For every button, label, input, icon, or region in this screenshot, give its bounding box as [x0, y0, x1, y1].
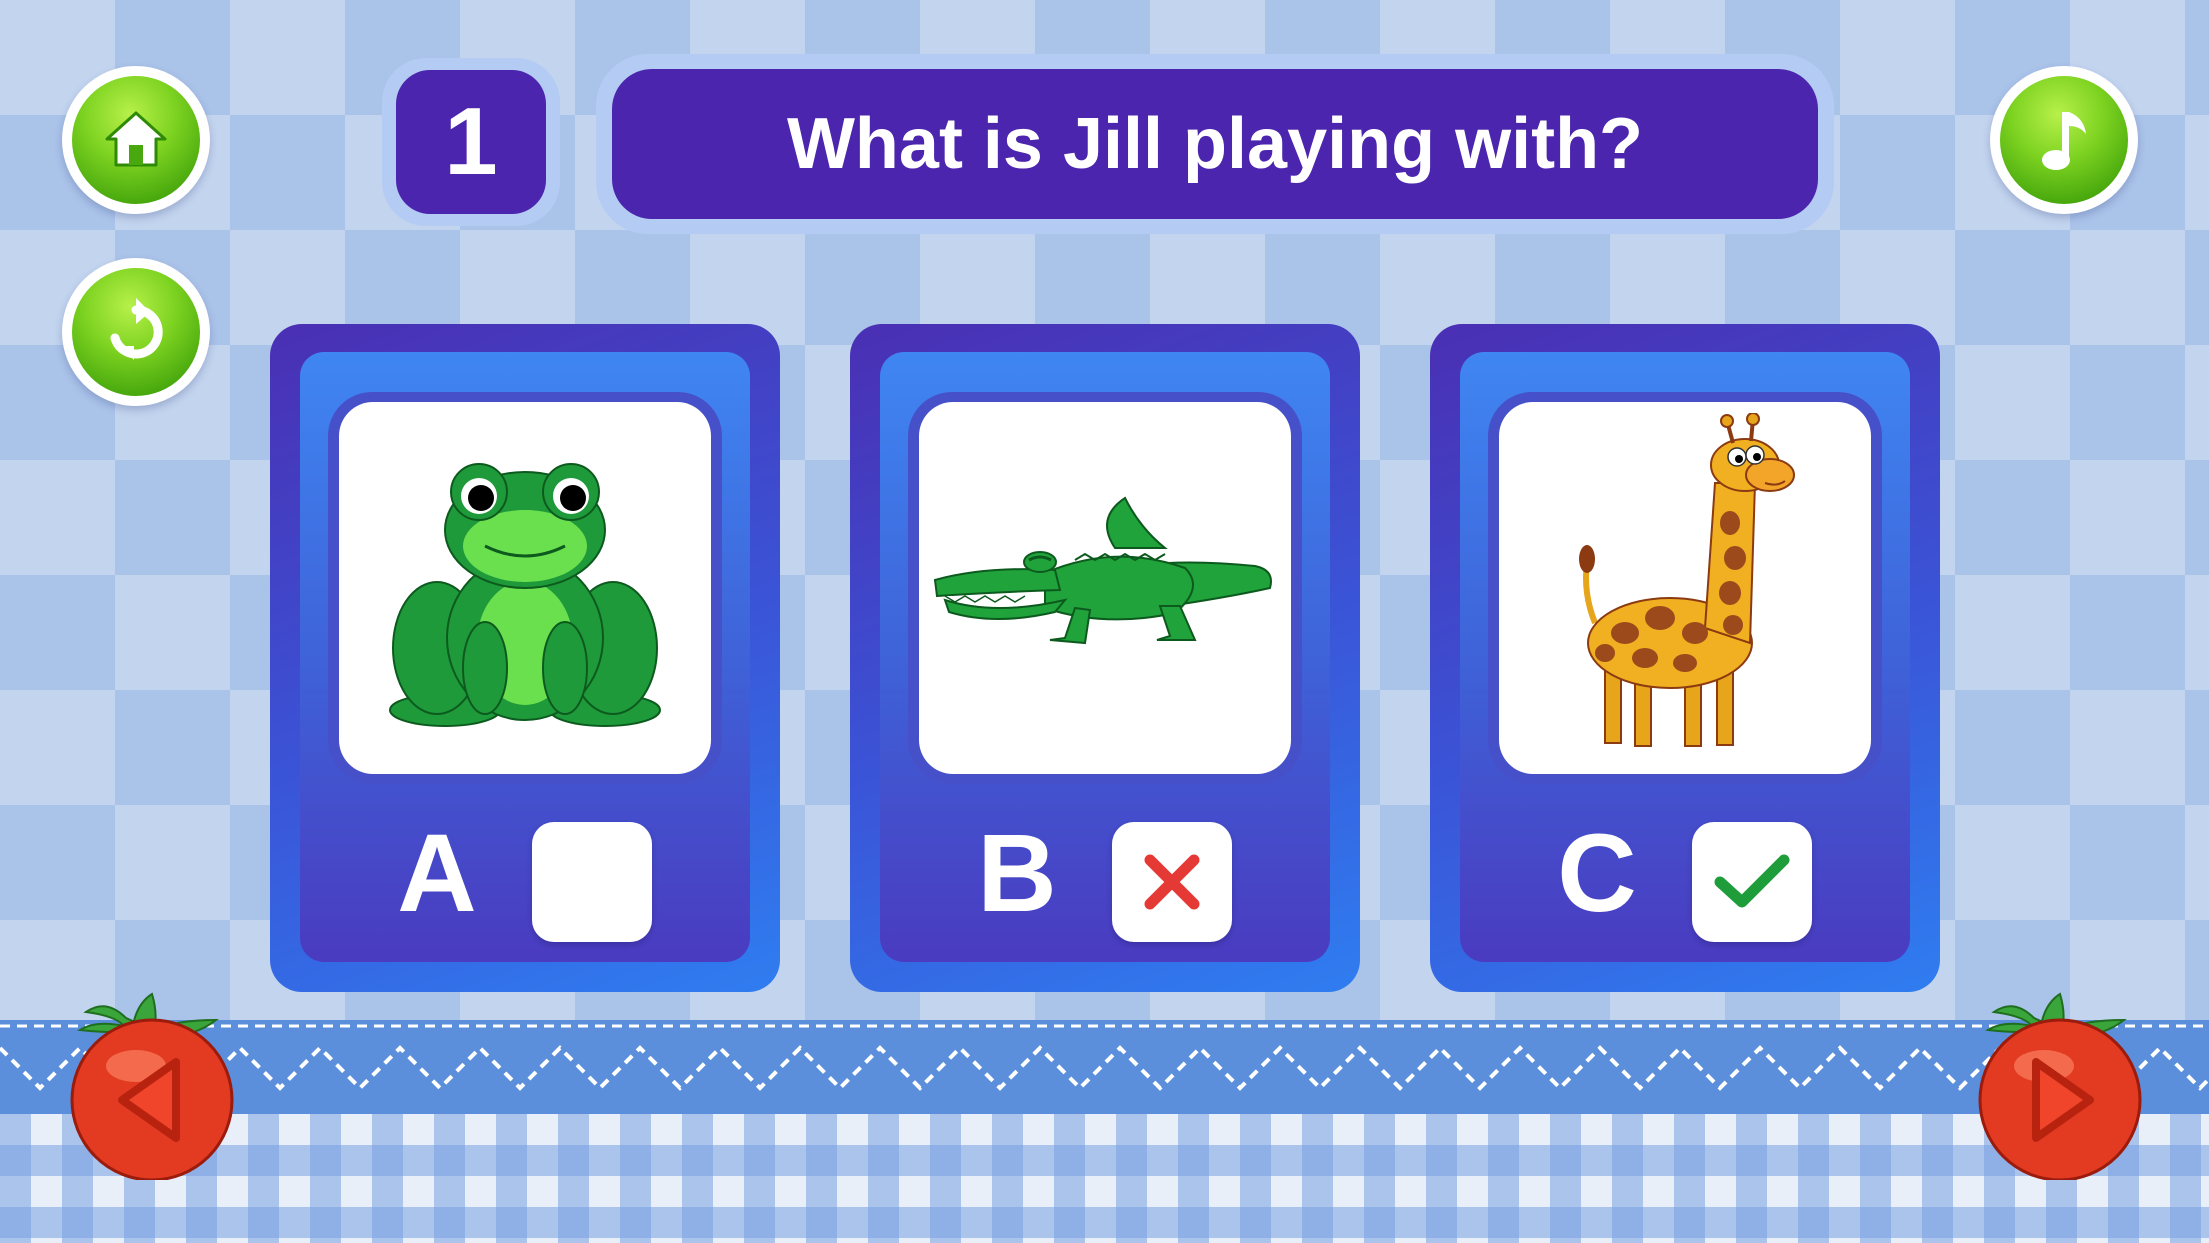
home-icon [105, 111, 167, 167]
replay-button[interactable] [62, 258, 210, 406]
previous-button[interactable] [66, 990, 238, 1182]
answer-card-a[interactable]: A [270, 324, 780, 992]
picture-frame [908, 392, 1302, 784]
wrong-x-icon [1144, 854, 1200, 910]
answer-checkbox-b[interactable] [1112, 822, 1232, 942]
previous-arrow-icon [70, 992, 234, 1182]
question-banner: What is Jill playing with? [596, 54, 1834, 234]
option-letter-b: B [977, 812, 1057, 935]
checkered-tablecloth [0, 1114, 2209, 1243]
crocodile-icon [933, 496, 1272, 645]
answer-picture-frog [339, 402, 711, 774]
decorative-band [0, 1020, 2209, 1114]
replay-icon [110, 298, 163, 360]
option-letter-c: C [1557, 812, 1637, 935]
next-arrow-icon [1978, 992, 2142, 1182]
correct-check-icon [1714, 854, 1790, 908]
option-letter-a: A [397, 812, 477, 935]
frog-icon [389, 463, 661, 727]
question-number-badge: 1 [382, 58, 560, 226]
giraffe-icon [1579, 413, 1795, 747]
home-button[interactable] [62, 66, 210, 214]
answer-card-b[interactable]: B [850, 324, 1360, 992]
zigzag-stitch-decoration [0, 1024, 2209, 1091]
answer-checkbox-c[interactable] [1692, 822, 1812, 942]
answer-checkbox-a[interactable] [532, 822, 652, 942]
answer-picture-giraffe [1499, 402, 1871, 774]
answer-card-panel: B [880, 352, 1330, 962]
next-button[interactable] [1974, 990, 2146, 1182]
question-text: What is Jill playing with? [612, 69, 1818, 219]
picture-frame [328, 392, 722, 784]
answer-picture-crocodile [919, 402, 1291, 774]
answer-card-c[interactable]: C [1430, 324, 1940, 992]
music-note-icon [2042, 112, 2086, 170]
picture-frame [1488, 392, 1882, 784]
question-number: 1 [396, 70, 546, 214]
music-button[interactable] [1990, 66, 2138, 214]
answer-card-panel: A [300, 352, 750, 962]
answer-card-panel: C [1460, 352, 1910, 962]
